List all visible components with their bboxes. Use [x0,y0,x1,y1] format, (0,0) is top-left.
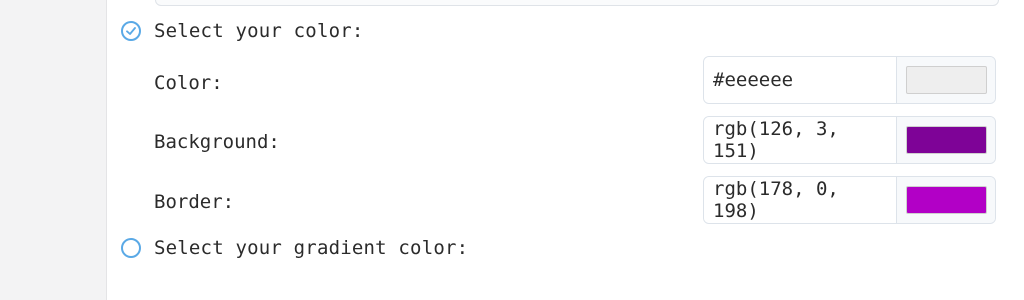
solid-color-label: Select your color: [154,20,364,42]
radio-checked-icon[interactable] [121,21,141,41]
radio-unchecked-icon[interactable] [121,238,141,258]
color-swatch [905,66,987,94]
background-label: Background: [154,131,280,153]
previous-field[interactable] [155,0,999,6]
color-label: Color: [154,72,223,94]
gradient-color-option[interactable]: Select your gradient color: [121,236,468,260]
color-value-input[interactable]: #eeeeee [704,57,897,103]
background-swatch [905,126,987,154]
gradient-color-label: Select your gradient color: [154,237,469,259]
color-swatch-button[interactable] [897,57,995,103]
background-swatch-button[interactable] [897,117,995,163]
background-picker-field[interactable]: rgb(126, 3, 151) [703,116,996,164]
page: Select your color: Color: #eeeeee Backgr… [0,0,1024,300]
border-swatch [905,186,987,214]
border-picker-field[interactable]: rgb(178, 0, 198) [703,176,996,224]
solid-color-option[interactable]: Select your color: [121,19,364,43]
border-label: Border: [154,191,235,213]
color-picker-field[interactable]: #eeeeee [703,56,996,104]
background-value-input[interactable]: rgb(126, 3, 151) [704,117,897,163]
border-value-input[interactable]: rgb(178, 0, 198) [704,177,897,223]
color-settings-panel: Select your color: Color: #eeeeee Backgr… [106,0,1024,300]
border-swatch-button[interactable] [897,177,995,223]
